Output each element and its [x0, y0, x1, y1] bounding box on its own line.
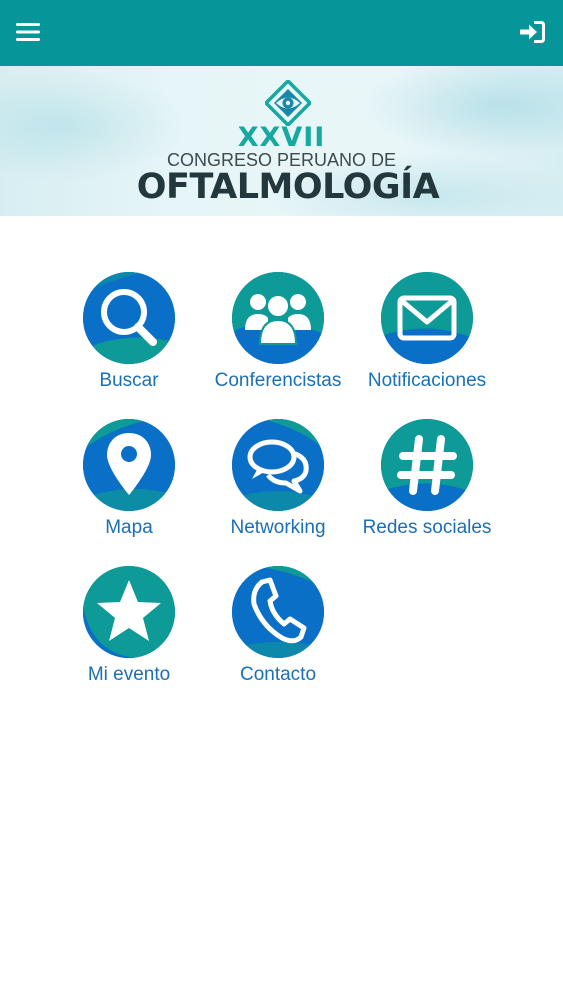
hashtag-icon [397, 435, 457, 495]
menu-item-circle [83, 419, 175, 511]
chat-bubbles-icon [247, 439, 309, 494]
app-header [0, 0, 563, 66]
event-banner: XXVII CONGRESO PERUANO DE OFTALMOLOGÍA [0, 66, 563, 216]
menu-item-conferencistas[interactable]: Conferencistas [203, 272, 353, 402]
menu-item-circle [232, 566, 324, 658]
menu-item-networking[interactable]: Networking [203, 419, 353, 549]
star-icon [97, 580, 161, 641]
menu-item-circle [83, 566, 175, 658]
menu-item-contacto[interactable]: Contacto [203, 566, 353, 696]
menu-item-redes-sociales[interactable]: Redes sociales [352, 419, 502, 549]
users-group-icon [245, 294, 311, 345]
eye-diamond-logo-icon [265, 80, 311, 126]
login-button[interactable] [515, 14, 551, 50]
banner-title: OFTALMOLOGÍA [136, 167, 440, 207]
menu-item-circle [381, 419, 473, 511]
menu-item-circle [232, 272, 324, 364]
menu-item-circle [83, 272, 175, 364]
menu-item-label: Redes sociales [362, 517, 492, 538]
menu-button[interactable] [10, 14, 46, 50]
menu-item-label: Notificaciones [367, 370, 487, 391]
hamburger-menu-icon [16, 23, 40, 41]
menu-item-mapa[interactable]: Mapa [54, 419, 204, 549]
menu-item-notificaciones[interactable]: Notificaciones [352, 272, 502, 402]
phone-icon [251, 577, 307, 644]
menu-item-buscar[interactable]: Buscar [54, 272, 204, 402]
menu-item-mi-evento[interactable]: Mi evento [54, 566, 204, 696]
menu-item-label: Contacto [239, 664, 317, 685]
search-icon [101, 289, 157, 346]
map-pin-icon [107, 433, 151, 495]
banner-edition: XXVII [237, 122, 326, 153]
sign-in-icon [520, 21, 545, 43]
envelope-icon [397, 295, 457, 341]
menu-item-circle [381, 272, 473, 364]
menu-item-circle [232, 419, 324, 511]
